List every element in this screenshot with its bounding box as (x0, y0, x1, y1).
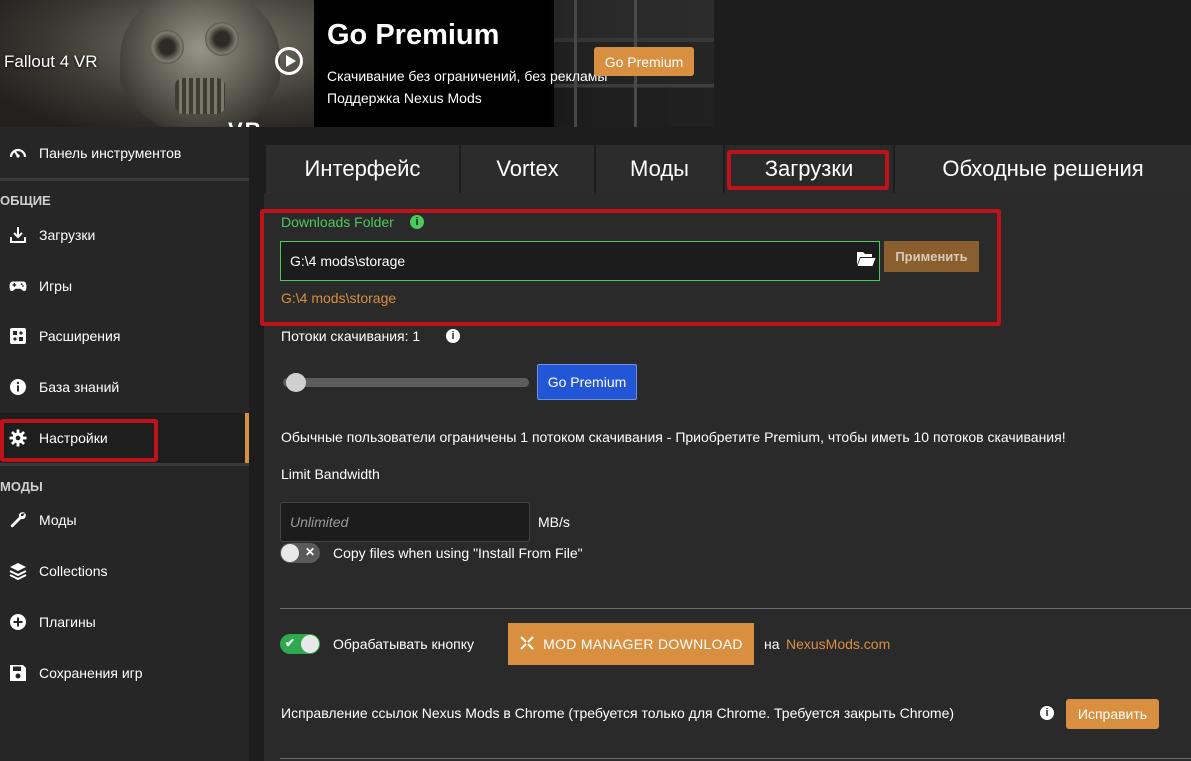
sidebar-item-label: Сохранения игр (39, 665, 143, 681)
sidebar-divider (0, 178, 249, 181)
sidebar-divider (0, 463, 249, 466)
premium-feature-2: Поддержка Nexus Mods (327, 90, 482, 106)
gauge-icon (9, 144, 27, 162)
info-icon (9, 378, 27, 396)
save-icon (9, 664, 27, 682)
sidebar-item-label: Расширения (39, 328, 121, 344)
tab-downloads[interactable]: Загрузки (725, 145, 895, 193)
helmet-grill (175, 78, 225, 114)
sidebar-item-dashboard[interactable]: Панель инструментов (0, 128, 249, 178)
puzzle-icon (9, 327, 27, 345)
play-icon[interactable] (275, 47, 303, 75)
sidebar-item-label: База знаний (39, 379, 120, 395)
sidebar-item-label: Панель инструментов (39, 145, 182, 161)
folder-open-icon[interactable] (856, 250, 876, 268)
tab-mods[interactable]: Моды (596, 145, 725, 193)
go-premium-button[interactable]: Go Premium (594, 47, 694, 76)
download-threads-slider[interactable] (283, 378, 529, 387)
handle-download-label: Обрабатывать кнопку (333, 636, 474, 652)
premium-title: Go Premium (327, 19, 500, 51)
tab-vortex[interactable]: Vortex (461, 145, 596, 193)
bandwidth-input[interactable]: Unlimited (280, 502, 530, 542)
sidebar: Панель инструментов ОБЩИЕ Загрузки Игры … (0, 127, 249, 761)
vortex-icon (519, 635, 535, 654)
threads-go-premium-button[interactable]: Go Premium (537, 364, 637, 400)
resolved-path: G:\4 mods\storage (281, 290, 397, 306)
sidebar-item-label: Плагины (39, 614, 96, 630)
info-icon[interactable]: i (1040, 706, 1054, 720)
toggle-knob (301, 635, 319, 653)
sidebar-item-extensions[interactable]: Расширения (0, 311, 249, 361)
toggle-knob (281, 544, 299, 562)
gamepad-icon (9, 277, 27, 295)
bandwidth-unit: MB/s (538, 514, 570, 530)
section-divider (280, 758, 1191, 759)
sidebar-item-label: Collections (39, 563, 108, 579)
downloads-folder-input[interactable]: G:\4 mods\storage (280, 241, 880, 281)
bandwidth-label: Limit Bandwidth (281, 466, 380, 482)
downloads-folder-label: Downloads Folder (281, 214, 394, 230)
sidebar-item-label: Игры (39, 278, 73, 294)
premium-feature-1: Скачивание без ограничений, без рекламы (327, 68, 608, 84)
slider-handle[interactable] (286, 373, 306, 392)
plus-circle-icon (9, 613, 27, 631)
header-empty-area (714, 0, 1191, 127)
sidebar-item-knowledge-base[interactable]: База знаний (0, 362, 249, 412)
banner-vr-text: VR (228, 118, 263, 127)
helmet-eye-left (150, 30, 184, 64)
settings-panel (264, 145, 1191, 761)
game-title: Fallout 4 VR (4, 52, 98, 71)
mod-manager-download-button[interactable]: MOD MANAGER DOWNLOAD (508, 623, 754, 665)
helmet-eye-right (205, 22, 239, 56)
sidebar-item-collections[interactable]: Collections (0, 546, 249, 596)
layers-icon (9, 562, 27, 580)
sidebar-item-settings[interactable]: Настройки (0, 413, 249, 463)
premium-banner: Go Premium Скачивание без ограничений, б… (314, 0, 714, 127)
download-icon (9, 226, 27, 244)
mod-manager-download-label: MOD MANAGER DOWNLOAD (543, 636, 743, 652)
sidebar-item-games[interactable]: Игры (0, 261, 249, 311)
sidebar-item-mods[interactable]: Моды (0, 495, 249, 545)
check-icon: ✔ (285, 636, 296, 650)
sidebar-section-general: ОБЩИЕ (0, 193, 51, 208)
tab-interface[interactable]: Интерфейс (266, 145, 461, 193)
game-banner[interactable]: Fallout 4 VR VR (0, 0, 314, 127)
apply-button[interactable]: Применить (884, 241, 979, 272)
gear-icon (9, 429, 27, 447)
nexusmods-link[interactable]: NexusMods.com (786, 636, 890, 652)
close-icon: ✕ (305, 545, 316, 559)
sidebar-item-plugins[interactable]: Плагины (0, 597, 249, 647)
copy-files-label: Copy files when using "Install From File… (333, 545, 583, 561)
copy-files-toggle[interactable]: ✕ (280, 543, 320, 563)
threads-notice: Обычные пользователи ограничены 1 потоко… (281, 429, 1066, 445)
download-threads-label: Потоки скачивания: 1 (281, 328, 421, 344)
info-icon[interactable]: i (446, 329, 460, 343)
sidebar-item-downloads[interactable]: Загрузки (0, 210, 249, 260)
section-divider (280, 608, 1191, 609)
handle-download-toggle[interactable]: ✔ (280, 634, 320, 654)
sidebar-item-saves[interactable]: Сохранения игр (0, 648, 249, 698)
wrench-icon (9, 511, 27, 529)
on-label: на (764, 636, 780, 652)
info-icon[interactable]: i (410, 215, 424, 229)
fix-button[interactable]: Исправить (1066, 699, 1159, 729)
sidebar-section-mods: МОДЫ (0, 479, 43, 494)
sidebar-item-label: Моды (39, 512, 77, 528)
sidebar-item-label: Загрузки (39, 227, 96, 243)
tab-workarounds[interactable]: Обходные решения (895, 145, 1191, 193)
chrome-fix-label: Исправление ссылок Nexus Mods в Chrome (… (281, 705, 955, 721)
sidebar-item-label: Настройки (39, 430, 108, 446)
